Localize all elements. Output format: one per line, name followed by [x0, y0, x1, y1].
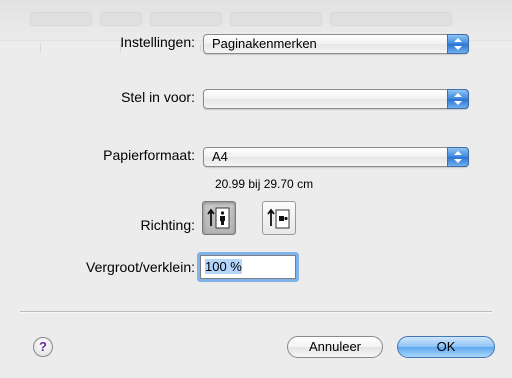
scale-value: 100 % — [205, 259, 242, 274]
orientation-label: Richting: — [140, 217, 195, 233]
paper-size-value: A4 — [212, 149, 228, 164]
popup-arrows-icon — [447, 89, 469, 109]
help-icon: ? — [39, 339, 47, 354]
scale-input[interactable]: 100 % — [200, 255, 296, 279]
ok-button[interactable]: OK — [397, 336, 495, 358]
ghost-toolbar-control — [330, 12, 452, 26]
paper-size-label: Papierformaat: — [103, 147, 195, 163]
ghost-toolbar-control — [100, 12, 142, 26]
ghost-toolbar-control — [30, 12, 92, 26]
settings-value: Paginakenmerken — [212, 36, 317, 51]
paper-size-popup[interactable]: A4 — [203, 147, 469, 167]
format-for-popup[interactable] — [203, 89, 469, 109]
portrait-orientation-icon — [207, 207, 230, 229]
settings-popup[interactable]: Paginakenmerken — [203, 34, 469, 54]
paper-dimensions: 20.99 bij 29.70 cm — [215, 177, 314, 191]
landscape-orientation-icon — [267, 208, 290, 229]
ghost-toolbar-control — [230, 12, 322, 26]
settings-label: Instellingen: — [120, 34, 195, 50]
help-button[interactable]: ? — [33, 337, 53, 357]
ghost-ruler-tick — [200, 44, 201, 52]
orientation-landscape-button[interactable] — [262, 201, 296, 235]
scale-label: Vergroot/verklein: — [86, 259, 195, 275]
popup-arrows-icon — [447, 34, 469, 54]
cancel-button[interactable]: Annuleer — [287, 336, 383, 358]
orientation-portrait-button[interactable] — [202, 201, 236, 235]
popup-arrows-icon — [447, 147, 469, 167]
separator — [20, 311, 492, 313]
format-for-label: Stel in voor: — [121, 89, 195, 105]
ghost-toolbar-control — [150, 12, 222, 26]
